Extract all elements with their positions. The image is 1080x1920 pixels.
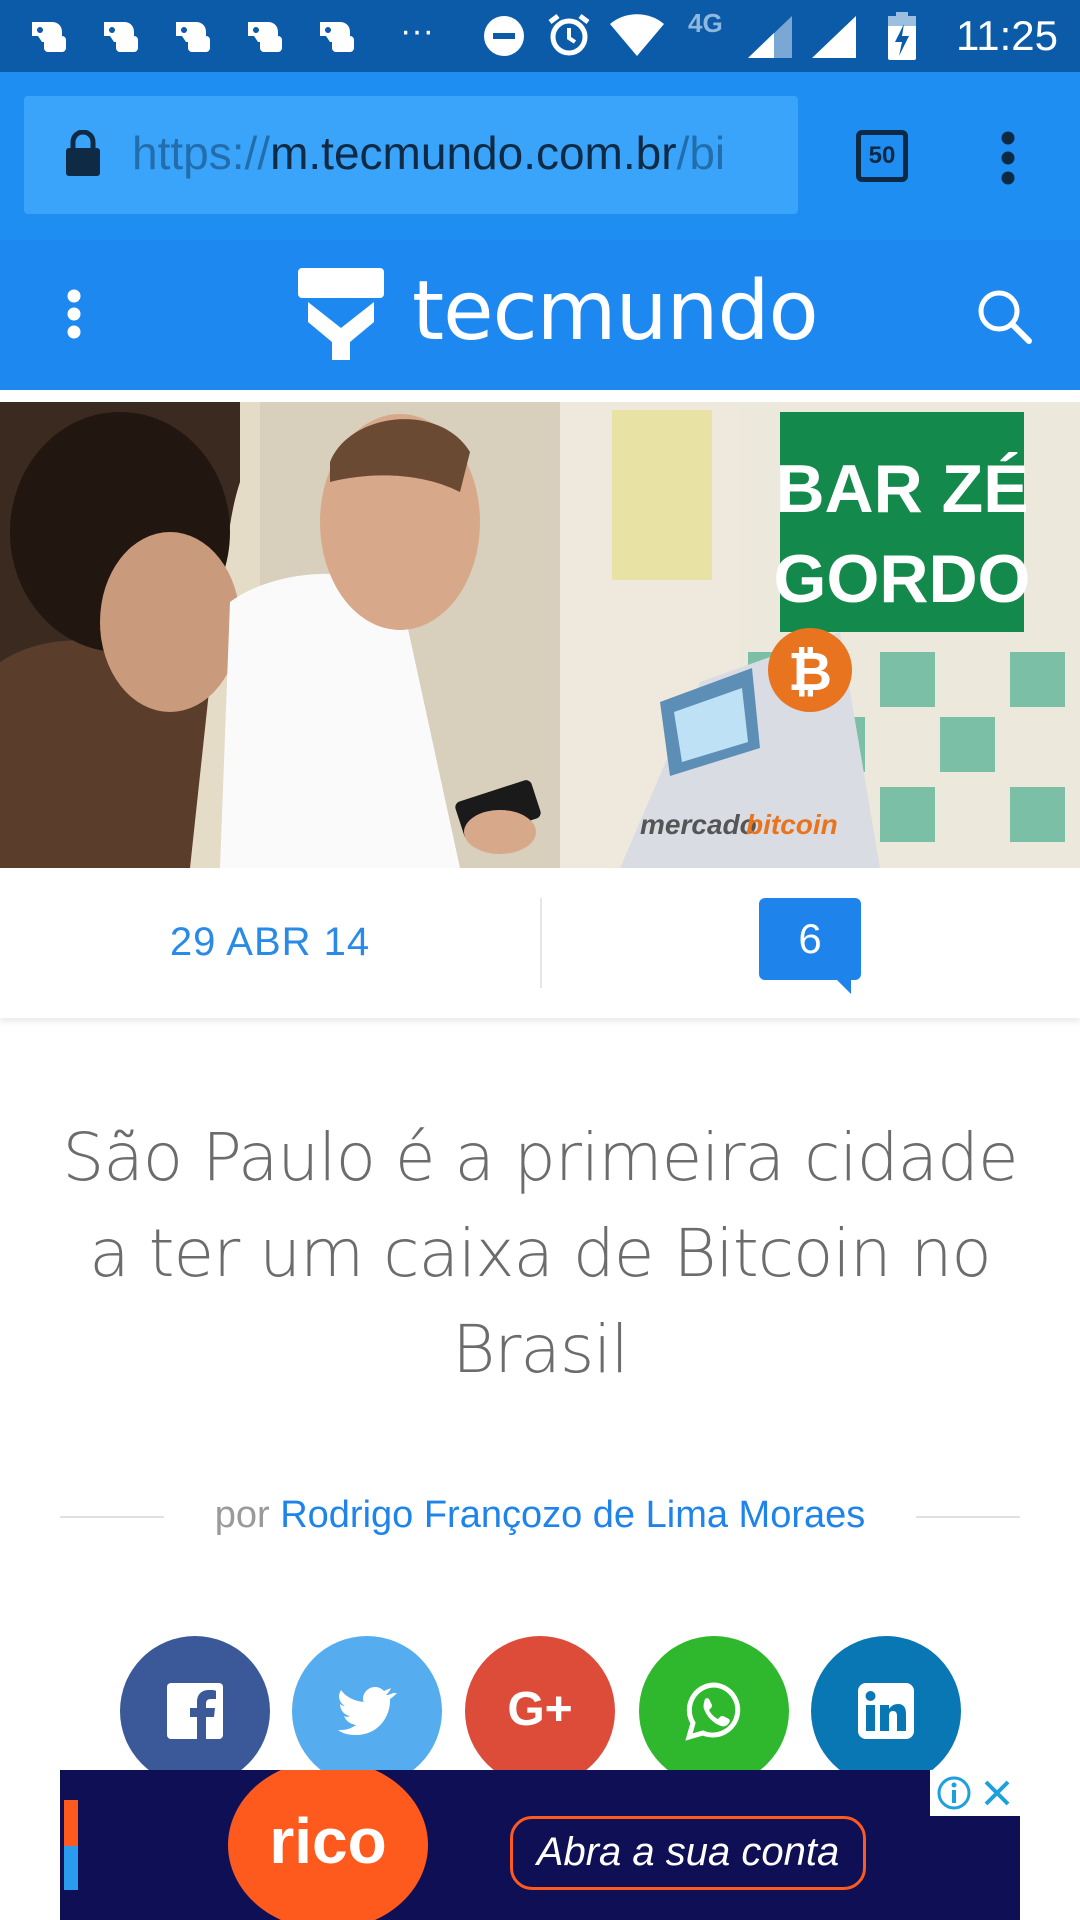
do-not-disturb-icon <box>484 16 524 56</box>
site-header: tecmundo <box>0 240 1080 390</box>
ad-close-icon[interactable] <box>982 1778 1012 1808</box>
share-linkedin-button[interactable] <box>811 1636 961 1786</box>
meta-divider <box>540 898 542 988</box>
ad-stripe-orange <box>64 1800 78 1846</box>
share-twitter-button[interactable] <box>292 1636 442 1786</box>
author-link[interactable]: Rodrigo Françozo de Lima Moraes <box>280 1494 865 1536</box>
share-facebook-button[interactable] <box>120 1636 270 1786</box>
hero-atm-brand-a: mercado <box>640 809 757 840</box>
status-bar: ··· 4G 11:25 <box>0 0 1080 72</box>
search-icon[interactable] <box>976 288 1032 344</box>
game-controller-icon <box>320 22 354 52</box>
share-google-plus-button[interactable]: G+ <box>465 1636 615 1786</box>
url-scheme: https:// <box>132 127 271 179</box>
site-menu-icon[interactable] <box>66 288 82 340</box>
facebook-icon <box>167 1683 223 1739</box>
comment-count-button[interactable]: 6 <box>759 898 861 994</box>
google-plus-icon: G+ <box>507 1683 573 1736</box>
tecmundo-logo-icon[interactable] <box>298 268 384 360</box>
ad-stripe-blue <box>64 1846 78 1890</box>
battery-charging-icon <box>888 12 916 60</box>
ad-cta-button[interactable]: Abra a sua conta <box>510 1816 866 1890</box>
svg-text:₿: ₿ <box>788 642 832 702</box>
byline-prefix: por <box>214 1494 270 1536</box>
signal-icon-sim1 <box>748 16 792 58</box>
more-notifications-indicator: ··· <box>400 12 434 50</box>
share-whatsapp-button[interactable] <box>639 1636 789 1786</box>
network-type-label: 4G <box>688 8 723 38</box>
ad-banner[interactable]: rico Abra a sua conta <box>60 1770 1020 1920</box>
game-controller-icon <box>32 22 66 52</box>
game-controller-icon <box>104 22 138 52</box>
url-text: https://m.tecmundo.com.br/bi <box>132 126 725 180</box>
byline-text: por Rodrigo Françozo de Lima Moraes <box>60 1494 1020 1537</box>
game-controller-icon <box>248 22 282 52</box>
whatsapp-icon <box>685 1682 741 1741</box>
twitter-icon <box>338 1687 397 1735</box>
hero-photo-illustration: BAR ZÉ GORDO ₿ mercado bitcoin <box>0 402 1080 868</box>
byline-rule-right <box>916 1516 1020 1518</box>
article-title: São Paulo é a primeira cidade a ter um c… <box>62 1119 1018 1388</box>
url-host: m.tecmundo.com.br <box>270 127 677 179</box>
clock: 11:25 <box>956 12 1058 59</box>
signal-icon-sim2 <box>812 16 856 58</box>
hero-atm-brand-b: bitcoin <box>746 809 838 840</box>
article-hero-image[interactable]: BAR ZÉ GORDO ₿ mercado bitcoin <box>0 402 1080 868</box>
game-controller-icon <box>176 22 210 52</box>
browser-menu-icon[interactable] <box>1000 130 1016 186</box>
tab-switcher-button[interactable]: 50 <box>856 130 908 182</box>
hero-sign-line1: BAR ZÉ <box>775 451 1028 527</box>
hero-sign-line2: GORDO <box>774 541 1031 617</box>
linkedin-icon <box>858 1683 914 1739</box>
article-date: 29 ABR 14 <box>169 920 371 964</box>
url-path: /bi <box>676 127 726 179</box>
site-logo-wordmark[interactable]: tecmundo <box>412 264 819 359</box>
browser-toolbar: https://m.tecmundo.com.br/bi 50 <box>0 72 1080 240</box>
ad-brand-logo: rico <box>228 1770 428 1920</box>
lock-icon <box>66 130 100 176</box>
ad-info-icon[interactable] <box>936 1775 972 1811</box>
ad-brand-name: rico <box>269 1805 387 1877</box>
address-bar[interactable]: https://m.tecmundo.com.br/bi <box>24 96 798 214</box>
article-meta-bar: 29 ABR 14 6 <box>0 868 1080 1018</box>
alarm-clock-icon <box>548 14 590 56</box>
ad-controls <box>930 1770 1020 1816</box>
byline: por Rodrigo Françozo de Lima Moraes <box>60 1490 1020 1542</box>
wifi-icon <box>610 14 664 56</box>
